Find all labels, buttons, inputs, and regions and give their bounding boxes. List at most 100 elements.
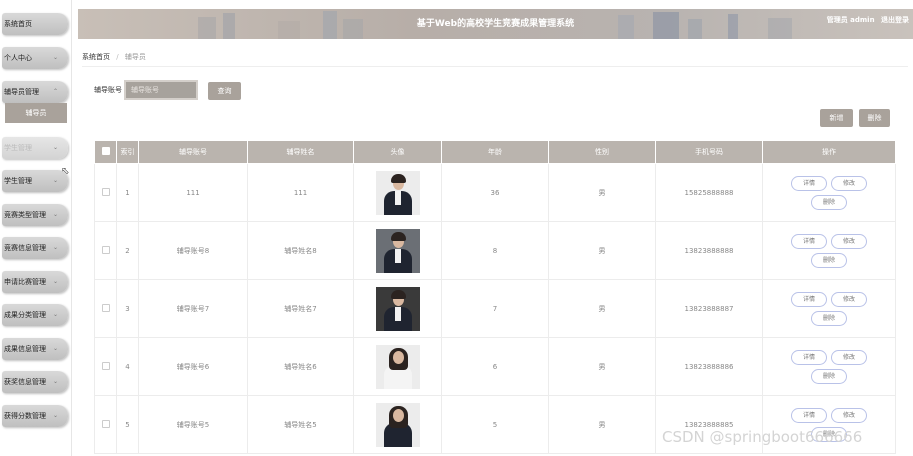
- detail-button[interactable]: 详情: [791, 407, 827, 423]
- chevron-down-icon: ⌄: [52, 412, 58, 419]
- row-select-cell[interactable]: [94, 163, 117, 222]
- cell-name: 111: [247, 163, 354, 222]
- sidebar-item-label: 竞赛信息管理: [4, 244, 46, 252]
- cell-index: 5: [116, 395, 139, 454]
- sidebar-item-counselor-management[interactable]: 辅导员管理 ⌃: [2, 81, 68, 103]
- edit-button[interactable]: 修改: [831, 407, 867, 423]
- row-delete-button[interactable]: 删除: [811, 310, 847, 326]
- sidebar-item-label: 成果分类管理: [4, 311, 46, 319]
- page-title: 基于Web的高校学生竞赛成果管理系统: [416, 19, 575, 29]
- sidebar-item-label: 学生管理: [4, 177, 32, 185]
- sidebar: 系统首页 个人中心 ⌄ 辅导员管理 ⌃ 辅导员 学生管理 ⌄ 学生管理 ⌄ 竞赛…: [0, 0, 72, 456]
- sidebar-item-score[interactable]: 获得分数管理 ⌄: [2, 405, 68, 427]
- row-select-cell[interactable]: [94, 279, 117, 338]
- cell-gender: 男: [548, 279, 656, 338]
- column-header: 辅导账号: [138, 140, 248, 164]
- cell-index: 2: [116, 221, 139, 280]
- cell-account: 辅导账号7: [138, 279, 248, 338]
- column-header: 头像: [353, 140, 442, 164]
- mouse-cursor-icon: ⬁: [61, 166, 70, 177]
- sidebar-item-personal-center[interactable]: 个人中心 ⌄: [2, 47, 68, 69]
- delete-button[interactable]: 删除: [859, 109, 890, 127]
- row-delete-button[interactable]: 删除: [811, 252, 847, 268]
- sidebar-item-competition-info[interactable]: 竞赛信息管理 ⌄: [2, 237, 68, 259]
- select-all-cell[interactable]: [94, 140, 117, 164]
- sidebar-item-competition-type[interactable]: 竞赛类型管理 ⌄: [2, 204, 68, 226]
- row-delete-button[interactable]: 删除: [811, 194, 847, 210]
- cell-account: 111: [138, 163, 248, 222]
- counselor-table: 索引 辅导账号 辅导姓名 头像 年龄 性别 手机号码 操作 1 111 111 …: [94, 140, 896, 454]
- logout-link[interactable]: 退出登录: [881, 16, 909, 24]
- column-header: 手机号码: [655, 140, 763, 164]
- cell-avatar: [353, 337, 442, 396]
- avatar: [375, 228, 420, 273]
- sidebar-item-label: 获得分数管理: [4, 412, 46, 420]
- cell-phone: 15825888888: [655, 163, 763, 222]
- chevron-down-icon: ⌄: [52, 144, 58, 151]
- cell-age: 36: [441, 163, 549, 222]
- detail-button[interactable]: 详情: [791, 233, 827, 249]
- edit-button[interactable]: 修改: [831, 175, 867, 191]
- edit-button[interactable]: 修改: [831, 349, 867, 365]
- row-checkbox[interactable]: [101, 245, 110, 254]
- chevron-down-icon: ⌄: [52, 211, 58, 218]
- submenu-item-counselor[interactable]: 辅导员: [5, 103, 67, 123]
- detail-button[interactable]: 详情: [791, 349, 827, 365]
- chevron-down-icon: ⌄: [52, 345, 58, 352]
- cell-name: 辅导姓名6: [247, 337, 354, 396]
- cell-avatar: [353, 221, 442, 280]
- chevron-down-icon: ⌄: [52, 54, 58, 61]
- edit-button[interactable]: 修改: [831, 291, 867, 307]
- table-row: 3 辅导账号7 辅导姓名7 7 男 13823888887 详情 修改删除: [94, 279, 896, 338]
- table-header-row: 索引 辅导账号 辅导姓名 头像 年龄 性别 手机号码 操作: [94, 140, 896, 164]
- chevron-down-icon: ⌄: [52, 378, 58, 385]
- row-delete-button[interactable]: 删除: [811, 368, 847, 384]
- select-all-checkbox[interactable]: [101, 147, 110, 155]
- column-header: 索引: [116, 140, 139, 164]
- sidebar-item-student-management[interactable]: 学生管理 ⌄: [2, 170, 68, 192]
- sidebar-item-achievement-info[interactable]: 成果信息管理 ⌄: [2, 338, 68, 360]
- row-select-cell[interactable]: [94, 221, 117, 280]
- cell-phone: 13823888888: [655, 221, 763, 280]
- submenu-item-label: 辅导员: [25, 109, 47, 117]
- avatar: [375, 170, 420, 215]
- add-button[interactable]: 新增: [820, 109, 853, 127]
- edit-button[interactable]: 修改: [831, 233, 867, 249]
- detail-button[interactable]: 详情: [791, 291, 827, 307]
- cell-age: 7: [441, 279, 549, 338]
- cell-avatar: [353, 279, 442, 338]
- breadcrumb-current: 辅导员: [124, 53, 146, 61]
- sidebar-item-faded[interactable]: 学生管理 ⌄: [2, 137, 68, 159]
- cell-account: 辅导账号6: [138, 337, 248, 396]
- chevron-down-icon: ⌄: [52, 311, 58, 318]
- column-header: 性别: [548, 140, 656, 164]
- sidebar-item-label: 系统首页: [4, 20, 32, 28]
- sidebar-item-achievement-category[interactable]: 成果分类管理 ⌄: [2, 304, 68, 326]
- cell-index: 1: [116, 163, 139, 222]
- search-button[interactable]: 查询: [208, 82, 241, 100]
- column-header: 操作: [762, 140, 896, 164]
- search-input[interactable]: 辅导账号: [124, 80, 198, 100]
- row-checkbox[interactable]: [101, 187, 110, 196]
- row-select-cell[interactable]: [94, 337, 117, 396]
- detail-button[interactable]: 详情: [791, 175, 827, 191]
- cell-account: 辅导账号5: [138, 395, 248, 454]
- sidebar-item-award-info[interactable]: 获奖信息管理 ⌄: [2, 371, 68, 393]
- breadcrumb-home[interactable]: 系统首页: [82, 53, 110, 61]
- cell-actions: 详情 修改删除: [762, 163, 896, 222]
- cell-age: 6: [441, 337, 549, 396]
- cell-name: 辅导姓名5: [247, 395, 354, 454]
- row-checkbox[interactable]: [101, 303, 110, 312]
- chevron-down-icon: ⌄: [52, 244, 58, 251]
- cell-actions: 详情 修改删除: [762, 221, 896, 280]
- row-select-cell[interactable]: [94, 395, 117, 454]
- sidebar-item-label: 获奖信息管理: [4, 378, 46, 386]
- cell-avatar: [353, 395, 442, 454]
- row-checkbox[interactable]: [101, 361, 110, 370]
- sidebar-item-label: 申请比赛管理: [4, 278, 46, 286]
- sidebar-item-apply-competition[interactable]: 申请比赛管理 ⌄: [2, 271, 68, 293]
- cell-age: 8: [441, 221, 549, 280]
- avatar: [375, 344, 420, 389]
- sidebar-item-home[interactable]: 系统首页: [2, 13, 68, 35]
- row-checkbox[interactable]: [101, 419, 110, 428]
